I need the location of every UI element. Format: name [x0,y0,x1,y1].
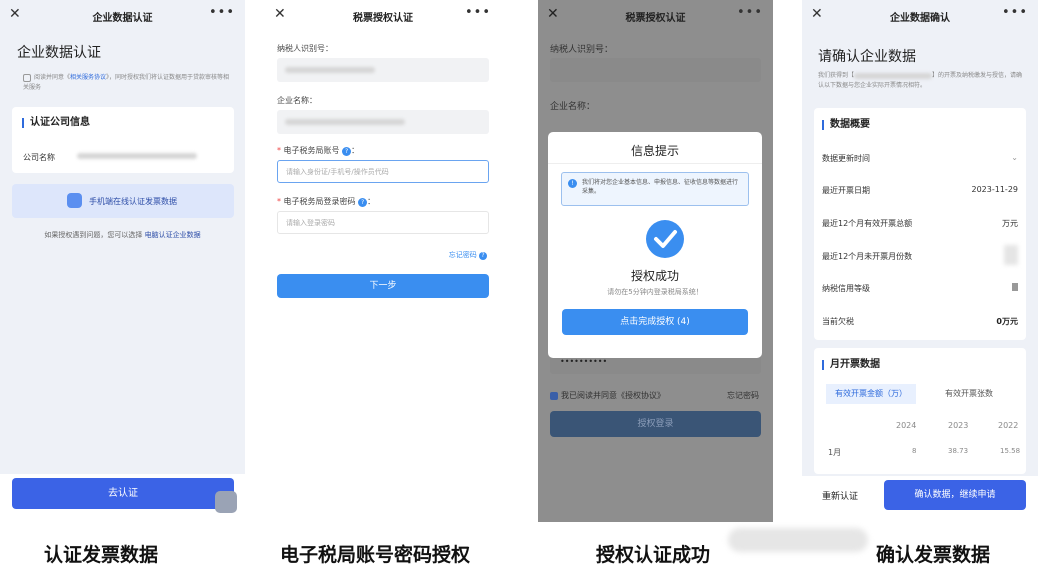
info-icon[interactable]: ? [358,198,368,207]
overview-row: 纳税信用等级 [822,283,1018,294]
info-modal: 信息提示 ! 我们将对您企业基本信息、申报信息、征收信息等数据进行采集。 授权成… [548,132,762,358]
overview-title: 数据概要 [822,120,870,130]
success-check-icon [646,220,684,258]
company-info-card: 认证公司信息 公司名称 [12,107,234,173]
phone-screen-auth-success: ✕ 税票授权认证 ••• 纳税人识别号： 企业名称： •••••••••• 我已… [538,0,773,522]
monthly-title: 月开票数据 [822,360,880,370]
success-title: 授权成功 [630,269,679,283]
bg-company-label: 企业名称： [550,102,596,112]
overview-row: 数据更新时间 ⌄ [822,153,1018,163]
tip-text: 如果授权遇到问题，您可以选择 [44,231,145,239]
forgot-password-link[interactable]: 忘记密码 ? [449,250,487,260]
mobile-auth-option[interactable]: 手机端在线认证发票数据 [12,184,234,218]
phone-screen-tax-login: ✕ 税票授权认证 ••• 纳税人识别号： 企业名称： * 电子税务局账号 ?： … [265,0,501,522]
modal-divider [548,163,762,164]
agreement-row: 阅读并同意《相关服务协议》，同时授权我们将认证数据用于贷款审核等相关服务 [23,73,231,93]
reauth-button[interactable]: 重新认证 [822,489,858,502]
next-button[interactable]: 下一步 [277,274,489,298]
chevron-down-icon[interactable]: ⌄ [1011,153,1018,162]
tab-valid-amount[interactable]: 有效开票金额（万） [826,384,916,404]
success-subtitle: 请勿在5分钟内登录税局系统！ [607,288,703,296]
password-label: * 电子税务局登录密码 ?： [277,197,376,207]
account-label: * 电子税务局账号 ?： [277,146,360,156]
taxpayer-id-field [277,58,489,82]
phone-screen-data-auth: ✕ 企业数据认证 ••• 企业数据认证 阅读并同意《相关服务协议》，同时授权我们… [0,0,245,522]
nav-bar: ✕ 税票授权认证 ••• [538,0,773,30]
agree-prefix: 阅读并同意《 [34,74,71,81]
year-header: 2023 [948,421,969,430]
account-input[interactable]: 请输入身份证/手机号/操作员代码 [277,160,489,183]
company-name-label: 企业名称： [277,96,317,105]
agree-checkbox[interactable] [23,73,31,82]
caption-step2: 电子税局账号密码授权 [280,544,471,566]
overview-row: 当前欠税 0万元 [822,317,1018,326]
more-icon[interactable]: ••• [737,5,763,20]
company-name-label: 公司名称 [23,153,55,162]
month-value: 38.73 [948,447,969,455]
go-auth-button[interactable]: 去认证 [12,478,234,509]
overview-row: 最近12个月有效开票总额 万元 [822,219,1018,228]
modal-notice: ! 我们将对您企业基本信息、申报信息、征收信息等数据进行采集。 [561,172,749,206]
phone-auth-icon [67,193,82,208]
account-placeholder: 请输入身份证/手机号/操作员代码 [286,168,389,176]
bg-login-button: 授权登录 [550,411,761,437]
overview-row: 最近开票日期 2023-11-29 [822,185,1018,195]
caption-step1: 认证发票数据 [44,544,159,566]
info-icon[interactable]: ? [342,147,352,156]
tab-valid-count[interactable]: 有效开票张数 [924,384,1014,404]
blurred-watermark [728,528,868,552]
monthly-card: 月开票数据 有效开票金额（万） 有效开票张数 2024 2023 2022 1月… [814,348,1026,474]
nav-bar: ✕ 企业数据确认 ••• [802,0,1038,30]
company-name-field [277,110,489,134]
taxpayer-id-label: 纳税人识别号： [277,44,333,53]
intro-text: 我们获得到【 】的开票及纳税缴发与授信，请确认以下数据与您企业实际开票情况相符。 [818,72,1023,89]
phone-screen-data-confirm: ✕ 企业数据确认 ••• 请确认企业数据 我们获得到【 】的开票及纳税缴发与授信，… [802,0,1038,522]
pc-auth-link[interactable]: 电脑认证企业数据 [145,231,201,239]
year-header: 2022 [998,421,1019,430]
password-placeholder: 请输入登录密码 [286,219,335,227]
agreement-link[interactable]: 相关服务协议 [70,74,106,81]
help-tip: 如果授权遇到问题，您可以选择 电脑认证企业数据 [0,230,245,240]
bg-agree-row: 我已阅读并同意《授权协议》 [550,390,665,401]
month-value: 15.58 [1000,447,1021,455]
nav-bar: ✕ 企业数据认证 ••• [0,0,245,30]
confirm-continue-button[interactable]: 确认数据，继续申请 [884,480,1026,510]
overview-row: 最近12个月未开票月份数 [822,245,1018,265]
caption-step3: 授权认证成功 [596,544,711,566]
year-header: 2024 [896,421,917,430]
caption-step4: 确认发票数据 [876,544,991,566]
company-name-value [77,153,197,159]
help-float-icon[interactable] [215,491,237,513]
page-title: 企业数据认证 [17,45,101,61]
password-input[interactable]: 请输入登录密码 [277,211,489,234]
section-title: 认证公司信息 [22,118,90,128]
more-icon[interactable]: ••• [465,5,491,20]
company-name-blurred [854,72,933,79]
modal-title: 信息提示 [630,144,679,158]
info-icon: ! [568,179,577,188]
bg-forgot-link: 忘记密码 [727,391,759,400]
more-icon[interactable]: ••• [1002,5,1028,20]
bg-password-dots: •••••••••• [560,357,608,366]
nav-bar: ✕ 税票授权认证 ••• [265,0,501,30]
help-icon: ? [479,252,487,260]
month-value: 8 [912,447,917,455]
bg-checkbox [550,391,558,400]
more-icon[interactable]: ••• [209,5,235,20]
month-label: 1月 [828,448,842,457]
page-title: 请确认企业数据 [818,49,916,65]
bg-taxpayer-label: 纳税人识别号： [550,45,614,55]
bg-taxpayer-field [550,58,761,82]
complete-auth-button[interactable]: 点击完成授权 (4) [562,309,748,335]
modal-notice-text: 我们将对您企业基本信息、申报信息、征收信息等数据进行采集。 [582,179,739,195]
mobile-auth-label: 手机端在线认证发票数据 [89,197,177,206]
